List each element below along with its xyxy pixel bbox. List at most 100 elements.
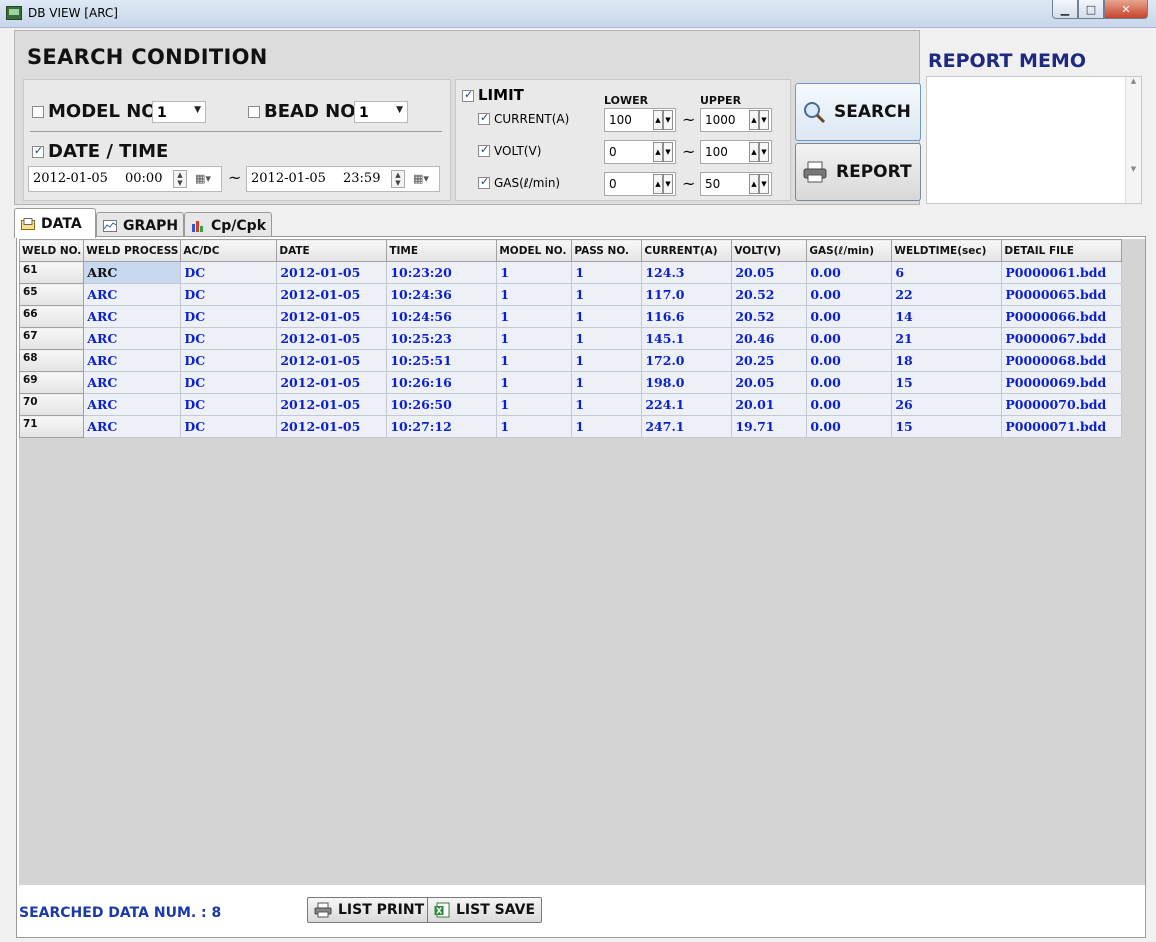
table-cell[interactable]: 116.6 xyxy=(641,305,733,328)
from-datetime-picker[interactable]: 2012-01-05 00:00 ▲ ▼ ▦▾ xyxy=(28,166,222,192)
table-cell[interactable]: 15 xyxy=(891,415,1003,438)
table-cell[interactable]: 1 xyxy=(571,283,643,306)
report-button[interactable]: REPORT xyxy=(795,143,921,201)
table-cell[interactable]: 0.00 xyxy=(806,327,893,350)
column-header[interactable]: DATE xyxy=(276,239,388,262)
table-cell[interactable]: 0.00 xyxy=(806,349,893,372)
current-upper-input[interactable]: 1000 ▲ ▼ xyxy=(700,108,772,132)
column-header[interactable]: CURRENT(A) xyxy=(641,239,733,262)
table-cell[interactable]: 1 xyxy=(571,327,643,350)
row-header[interactable]: 70 xyxy=(18,393,85,416)
table-cell[interactable]: 2012-01-05 xyxy=(276,393,388,416)
table-cell[interactable]: 124.3 xyxy=(641,261,733,284)
spinner-icon[interactable]: ▲ ▼ xyxy=(749,110,769,130)
column-header[interactable]: DETAIL FILE xyxy=(1001,239,1123,262)
table-row[interactable]: 69 ARC DC 2012-01-05 10:26:16 1 1 198.0 20.05 0.0… xyxy=(18,371,1123,394)
spinner-icon[interactable]: ▲ ▼ xyxy=(653,142,673,162)
spinner-icon[interactable]: ▲ ▼ xyxy=(749,174,769,194)
table-cell[interactable]: DC xyxy=(180,349,278,372)
table-cell[interactable]: 1 xyxy=(496,283,573,306)
table-cell[interactable]: 10:25:51 xyxy=(386,349,498,372)
table-cell[interactable]: 0.00 xyxy=(806,305,893,328)
limit-checkbox[interactable] xyxy=(462,88,474,102)
table-cell[interactable]: 10:26:16 xyxy=(386,371,498,394)
table-cell[interactable]: 18 xyxy=(891,349,1003,372)
column-header[interactable]: GAS(ℓ/min) xyxy=(806,239,893,262)
table-cell[interactable]: P0000061.bdd xyxy=(1001,261,1123,284)
current-checkbox[interactable] xyxy=(478,111,490,125)
volt-lower-input[interactable]: 0 ▲ ▼ xyxy=(604,140,676,164)
row-header[interactable]: 71 xyxy=(18,415,85,438)
table-cell[interactable]: DC xyxy=(180,415,278,438)
list-save-button[interactable]: X LIST SAVE xyxy=(427,897,543,923)
table-cell[interactable]: P0000071.bdd xyxy=(1001,415,1123,438)
table-cell[interactable]: DC xyxy=(180,261,278,284)
table-cell[interactable]: 19.71 xyxy=(731,415,808,438)
table-cell[interactable]: DC xyxy=(180,327,278,350)
time-spinner-icon[interactable]: ▲ ▼ xyxy=(173,170,187,188)
table-cell[interactable]: 20.25 xyxy=(731,349,808,372)
spinner-icon[interactable]: ▲ ▼ xyxy=(749,142,769,162)
table-cell[interactable]: 2012-01-05 xyxy=(276,327,388,350)
table-cell[interactable]: P0000066.bdd xyxy=(1001,305,1123,328)
table-cell[interactable]: 0.00 xyxy=(806,371,893,394)
calendar-icon[interactable]: ▦▾ xyxy=(413,172,429,185)
data-grid[interactable]: WELD NO. WELD PROCESS AC/DC DATE TIME MO… xyxy=(18,239,1145,885)
gas-upper-input[interactable]: 50 ▲ ▼ xyxy=(700,172,772,196)
row-header[interactable]: 69 xyxy=(18,371,85,394)
volt-upper-input[interactable]: 100 ▲ ▼ xyxy=(700,140,772,164)
column-header[interactable]: TIME xyxy=(386,239,498,262)
volt-checkbox[interactable] xyxy=(478,143,490,157)
table-cell[interactable]: 0.00 xyxy=(806,415,893,438)
time-spinner-icon[interactable]: ▲ ▼ xyxy=(391,170,405,188)
tab-cpcpk[interactable]: Cp/Cpk xyxy=(184,212,272,238)
table-row[interactable]: 67 ARC DC 2012-01-05 10:25:23 1 1 145.1 20.46 0.0… xyxy=(18,327,1123,350)
bead-checkbox[interactable] xyxy=(248,106,260,118)
table-cell[interactable]: DC xyxy=(180,371,278,394)
table-cell[interactable]: 1 xyxy=(496,327,573,350)
table-row[interactable]: 68 ARC DC 2012-01-05 10:25:51 1 1 172.0 20.25 0.0… xyxy=(18,349,1123,372)
table-cell[interactable]: 1 xyxy=(496,415,573,438)
table-cell[interactable]: 1 xyxy=(571,305,643,328)
column-header[interactable]: MODEL NO. xyxy=(496,239,573,262)
table-cell[interactable]: DC xyxy=(180,305,278,328)
table-cell[interactable]: 20.01 xyxy=(731,393,808,416)
row-header[interactable]: 67 xyxy=(18,327,85,350)
table-cell[interactable]: 10:27:12 xyxy=(386,415,498,438)
table-cell[interactable]: 1 xyxy=(571,371,643,394)
row-header[interactable]: 61 xyxy=(18,261,85,284)
table-cell[interactable]: 1 xyxy=(496,261,573,284)
table-cell[interactable]: 1 xyxy=(496,349,573,372)
spinner-icon[interactable]: ▲ ▼ xyxy=(653,174,673,194)
minimize-icon[interactable]: ▁ xyxy=(1052,0,1078,19)
table-cell[interactable]: 2012-01-05 xyxy=(276,349,388,372)
column-header[interactable]: WELDTIME(sec) xyxy=(891,239,1003,262)
table-cell[interactable]: 10:24:56 xyxy=(386,305,498,328)
table-cell[interactable]: 20.46 xyxy=(731,327,808,350)
table-cell[interactable]: 10:26:50 xyxy=(386,393,498,416)
gas-checkbox[interactable] xyxy=(478,175,490,189)
table-cell[interactable]: P0000065.bdd xyxy=(1001,283,1123,306)
table-cell[interactable]: 0.00 xyxy=(806,261,893,284)
table-cell[interactable]: 10:25:23 xyxy=(386,327,498,350)
table-cell[interactable]: 20.52 xyxy=(731,283,808,306)
table-cell[interactable]: 0.00 xyxy=(806,283,893,306)
close-icon[interactable]: ✕ xyxy=(1104,0,1148,19)
table-cell[interactable]: 6 xyxy=(891,261,1003,284)
table-cell[interactable]: 2012-01-05 xyxy=(276,305,388,328)
table-cell[interactable]: 20.52 xyxy=(731,305,808,328)
tab-data[interactable]: DATA xyxy=(14,208,96,238)
table-cell[interactable]: DC xyxy=(180,283,278,306)
table-cell[interactable]: 224.1 xyxy=(641,393,733,416)
table-cell[interactable]: 1 xyxy=(496,305,573,328)
current-lower-input[interactable]: 100 ▲ ▼ xyxy=(604,108,676,132)
calendar-icon[interactable]: ▦▾ xyxy=(195,172,211,185)
table-cell[interactable]: 172.0 xyxy=(641,349,733,372)
table-row[interactable]: 71 ARC DC 2012-01-05 10:27:12 1 1 247.1 19.71 0.0… xyxy=(18,415,1123,438)
table-cell[interactable]: 1 xyxy=(496,393,573,416)
table-cell[interactable]: P0000068.bdd xyxy=(1001,349,1123,372)
table-cell[interactable]: ARC xyxy=(83,283,182,306)
memo-scrollbar[interactable]: ▲ ▼ xyxy=(1125,77,1141,203)
table-cell[interactable]: 10:23:20 xyxy=(386,261,498,284)
table-cell[interactable]: 145.1 xyxy=(641,327,733,350)
